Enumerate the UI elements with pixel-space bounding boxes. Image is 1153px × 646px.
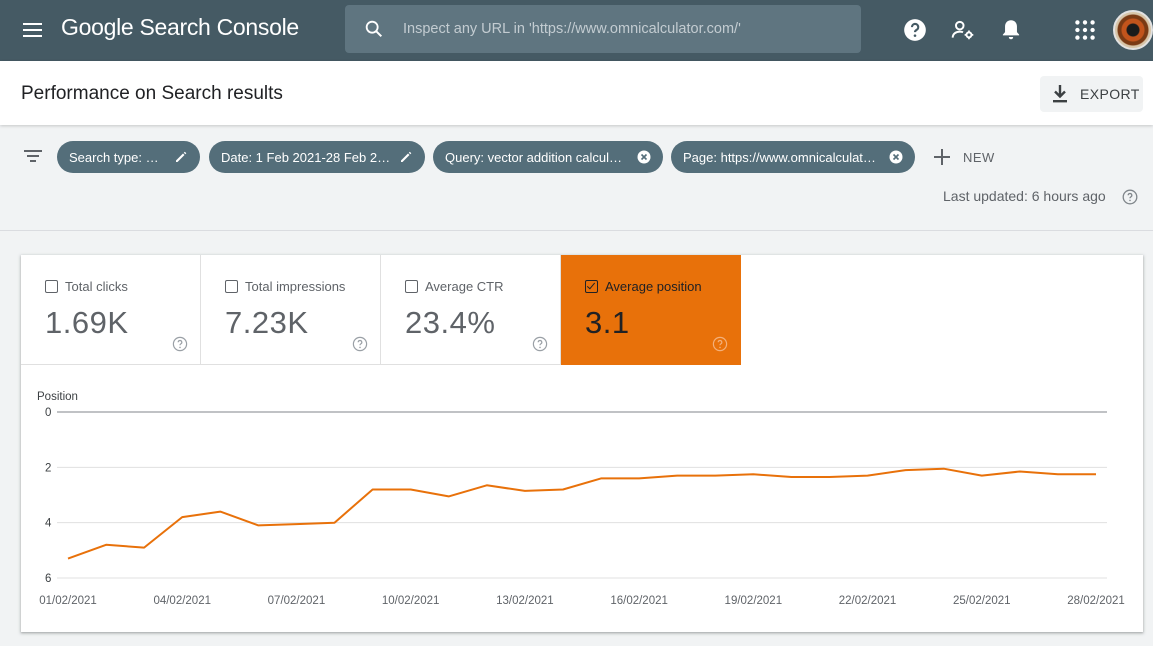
metric-total-impressions[interactable]: Total impressions 7.23K bbox=[201, 255, 381, 365]
search-input[interactable] bbox=[403, 5, 843, 53]
help-outline-icon[interactable] bbox=[172, 336, 188, 352]
y-tick-label: 6 bbox=[45, 573, 51, 585]
account-avatar[interactable] bbox=[1113, 10, 1153, 50]
metric-average-position[interactable]: Average position 3.1 bbox=[561, 255, 741, 365]
help-icon[interactable] bbox=[902, 17, 928, 43]
user-settings-icon[interactable] bbox=[950, 17, 976, 43]
metric-value: 7.23K bbox=[225, 305, 309, 340]
x-tick-label: 16/02/2021 bbox=[610, 595, 668, 607]
export-label: EXPORT bbox=[1080, 86, 1140, 102]
export-button[interactable]: EXPORT bbox=[1040, 76, 1143, 112]
chip-label: Page: https://www.omnicalculator.com/mat… bbox=[683, 149, 881, 165]
edit-icon[interactable] bbox=[174, 150, 188, 164]
y-tick-label: 2 bbox=[45, 462, 51, 474]
help-outline-icon[interactable] bbox=[1122, 189, 1138, 205]
metric-value: 1.69K bbox=[45, 305, 129, 340]
x-tick-label: 13/02/2021 bbox=[496, 595, 554, 607]
chip-label: Query: vector addition calculator bbox=[445, 149, 629, 165]
download-icon bbox=[1053, 85, 1067, 103]
x-tick-label: 04/02/2021 bbox=[153, 595, 211, 607]
help-outline-icon[interactable] bbox=[532, 336, 548, 352]
x-tick-label: 19/02/2021 bbox=[725, 595, 783, 607]
top-app-bar: Google Search Console bbox=[0, 0, 1153, 61]
app-logo[interactable]: Google Search Console bbox=[61, 14, 299, 41]
menu-icon[interactable] bbox=[20, 17, 46, 43]
metric-label: Total impressions bbox=[245, 279, 346, 294]
plus-icon bbox=[933, 148, 951, 166]
url-inspection-search[interactable] bbox=[345, 5, 861, 53]
checkbox-checked[interactable] bbox=[585, 280, 598, 293]
checkbox[interactable] bbox=[45, 280, 58, 293]
checkbox[interactable] bbox=[405, 280, 418, 293]
filter-icon[interactable] bbox=[22, 145, 44, 167]
position-line-chart: Position 0 2 4 6 01/02/2021 04/02/2021 07/02/… bbox=[37, 391, 1125, 607]
x-tick-label: 28/02/2021 bbox=[1067, 595, 1125, 607]
new-filter-label: NEW bbox=[963, 149, 995, 165]
close-icon[interactable] bbox=[637, 150, 651, 164]
page-title: Performance on Search results bbox=[21, 83, 283, 104]
y-axis-title: Position bbox=[37, 391, 78, 403]
x-tick-label: 22/02/2021 bbox=[839, 595, 897, 607]
help-outline-icon[interactable] bbox=[352, 336, 368, 352]
x-tick-label: 07/02/2021 bbox=[268, 595, 326, 607]
y-tick-label: 0 bbox=[45, 407, 51, 419]
performance-card: Total clicks 1.69K Total impressions 7.2… bbox=[21, 255, 1143, 632]
help-outline-icon[interactable] bbox=[712, 336, 728, 352]
filter-chip-search-type[interactable]: Search type: Web bbox=[57, 141, 200, 173]
last-updated-text: Last updated: 6 hours ago bbox=[943, 188, 1106, 204]
x-tick-label: 10/02/2021 bbox=[382, 595, 440, 607]
metric-label: Average position bbox=[605, 279, 702, 294]
metric-value: 23.4% bbox=[405, 305, 496, 340]
chip-label: Search type: Web bbox=[69, 149, 166, 165]
metric-average-ctr[interactable]: Average CTR 23.4% bbox=[381, 255, 561, 365]
metric-total-clicks[interactable]: Total clicks 1.69K bbox=[21, 255, 201, 365]
y-tick-label: 4 bbox=[45, 518, 52, 530]
filter-chip-page[interactable]: Page: https://www.omnicalculator.com/mat… bbox=[671, 141, 915, 173]
metric-label: Average CTR bbox=[425, 279, 504, 294]
new-filter-button[interactable]: NEW bbox=[933, 144, 995, 170]
metric-value: 3.1 bbox=[585, 305, 630, 340]
apps-grid-icon[interactable] bbox=[1072, 17, 1098, 43]
checkbox[interactable] bbox=[225, 280, 238, 293]
edit-icon[interactable] bbox=[399, 150, 413, 164]
notifications-bell-icon[interactable] bbox=[998, 17, 1024, 43]
chip-label: Date: 1 Feb 2021-28 Feb 2021 bbox=[221, 149, 391, 165]
x-tick-label: 01/02/2021 bbox=[39, 595, 97, 607]
filter-chip-date[interactable]: Date: 1 Feb 2021-28 Feb 2021 bbox=[209, 141, 425, 173]
page-header: Performance on Search results EXPORT bbox=[0, 61, 1153, 125]
close-icon[interactable] bbox=[889, 150, 903, 164]
filter-chip-query[interactable]: Query: vector addition calculator bbox=[433, 141, 663, 173]
section-divider bbox=[0, 230, 1153, 231]
x-tick-label: 25/02/2021 bbox=[953, 595, 1011, 607]
search-icon[interactable] bbox=[363, 18, 385, 40]
metric-label: Total clicks bbox=[65, 279, 128, 294]
